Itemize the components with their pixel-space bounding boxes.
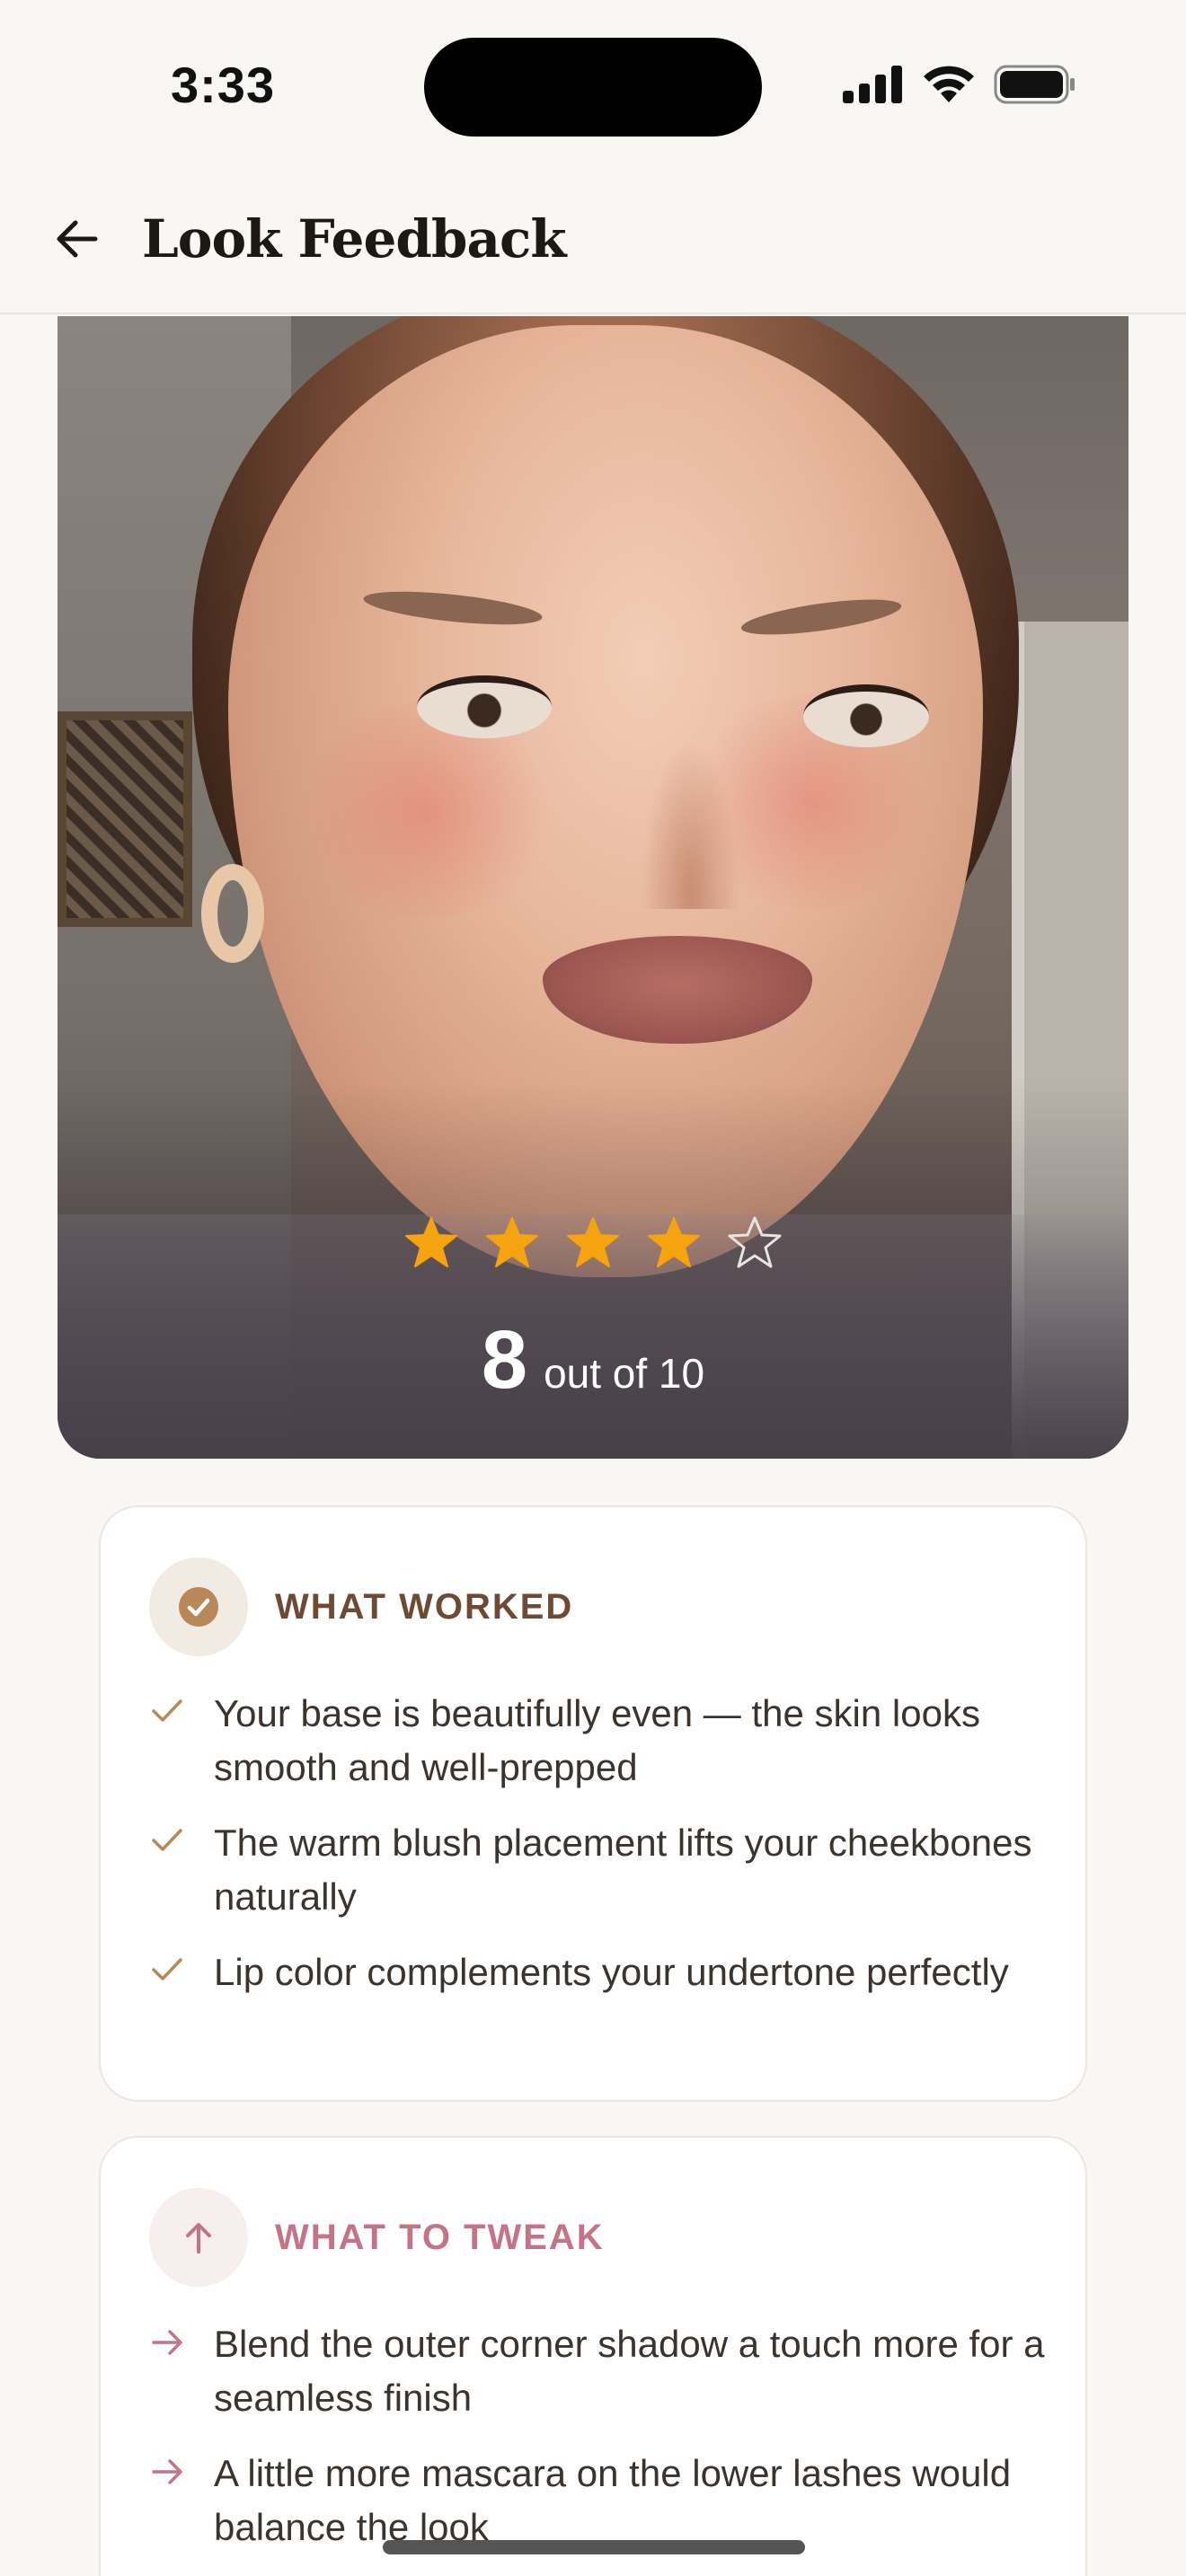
list-item: Lip color complements your undertone per… [151, 1945, 1049, 1999]
status-time: 3:33 [171, 57, 276, 113]
list-item: A little more mascara on the lower lashe… [151, 2447, 1049, 2554]
what-worked-heading: WHAT WORKED [275, 1586, 574, 1627]
home-indicator [383, 2540, 805, 2554]
check-circle-icon [179, 1587, 218, 1627]
signal-icon [843, 66, 902, 103]
what-worked-card: WHAT WORKED Your base is beautifully eve… [99, 1505, 1087, 2102]
what-to-tweak-heading: WHAT TO TWEAK [275, 2217, 605, 2257]
rating-score: 8 out of 10 [58, 1313, 1128, 1407]
check-badge [149, 1557, 248, 1656]
arrow-right-icon [152, 2459, 182, 2484]
star-empty-icon [728, 1216, 782, 1268]
list-item: Blend the outer corner shadow a touch mo… [151, 2317, 1049, 2425]
score-suffix: out of 10 [544, 1350, 705, 1397]
list-item: The warm blush placement lifts your chee… [151, 1816, 1049, 1924]
what-to-tweak-header: WHAT TO TWEAK [149, 2188, 605, 2287]
page-title: Look Feedback [142, 208, 567, 269]
status-icons [843, 65, 1076, 104]
list-item-text: Blend the outer corner shadow a touch mo… [214, 2323, 1045, 2419]
what-to-tweak-list: Blend the outer corner shadow a touch mo… [151, 2317, 1049, 2576]
rating-stars [58, 1214, 1128, 1272]
app-header: Look Feedback [0, 171, 1186, 314]
star-filled-icon [567, 1217, 619, 1267]
arrow-up-badge [149, 2188, 248, 2287]
check-icon [152, 1699, 182, 1722]
look-photo: 8 out of 10 [58, 316, 1128, 1459]
back-button[interactable] [43, 205, 111, 273]
check-icon [152, 1958, 182, 1981]
what-worked-list: Your base is beautifully even — the skin… [151, 1687, 1049, 2021]
check-icon [152, 1829, 182, 1851]
list-item-text: Your base is beautifully even — the skin… [214, 1692, 980, 1788]
dynamic-island [424, 38, 762, 137]
list-item-text: The warm blush placement lifts your chee… [214, 1822, 1032, 1918]
wifi-icon [924, 66, 974, 102]
what-to-tweak-card: WHAT TO TWEAK Blend the outer corner sha… [99, 2136, 1087, 2576]
back-arrow-icon [57, 220, 98, 258]
battery-icon [994, 65, 1075, 104]
arrow-right-icon [152, 2330, 182, 2355]
list-item-text: A little more mascara on the lower lashe… [214, 2452, 1012, 2548]
list-item: Your base is beautifully even — the skin… [151, 1687, 1049, 1795]
list-item-text: Lip color complements your undertone per… [214, 1951, 1009, 1993]
what-worked-header: WHAT WORKED [149, 1557, 573, 1656]
status-bar: 3:33 [0, 0, 1186, 171]
star-filled-icon [405, 1217, 457, 1267]
score-value: 8 [481, 1314, 528, 1406]
star-filled-icon [486, 1217, 538, 1267]
arrow-up-icon [186, 2223, 211, 2254]
star-filled-icon [648, 1217, 700, 1267]
